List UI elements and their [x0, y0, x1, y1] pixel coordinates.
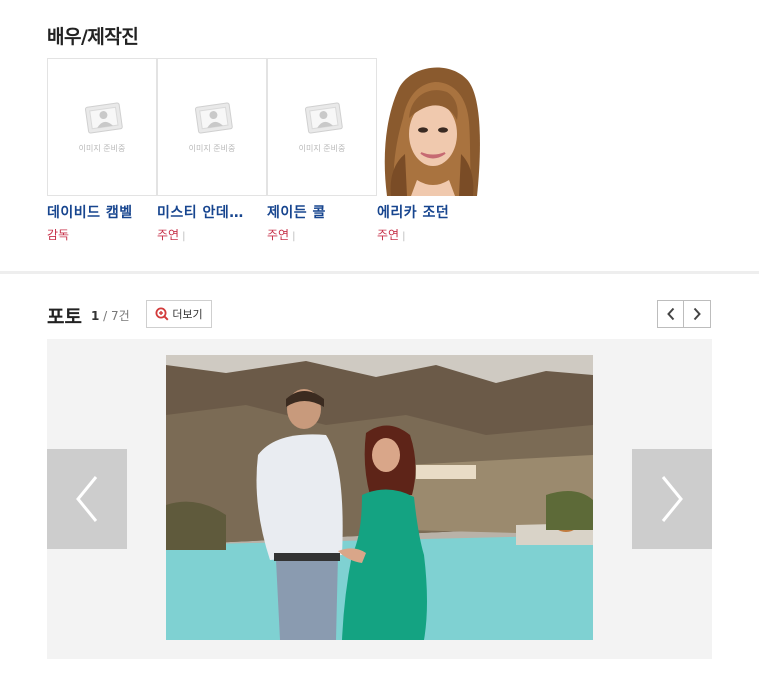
cast-name[interactable]: 데이비드 캠벨: [47, 202, 157, 222]
placeholder-text: 이미지 준비중: [188, 144, 236, 153]
next-page-button[interactable]: [684, 300, 711, 328]
placeholder-text: 이미지 준비중: [298, 144, 346, 153]
photo-total: 7건: [111, 309, 130, 323]
placeholder-text: 이미지 준비중: [78, 144, 126, 153]
cast-item[interactable]: 에리카 조던 주연 |: [377, 58, 487, 243]
more-button-label: 더보기: [172, 308, 203, 321]
magnifier-plus-icon: [155, 307, 169, 321]
cast-thumbnail[interactable]: 이미지 준비중: [157, 58, 267, 196]
cast-role: 주연 |: [157, 226, 267, 243]
cast-thumbnail[interactable]: 이미지 준비중: [267, 58, 377, 196]
cast-role-label: 감독: [47, 228, 70, 242]
photo-viewer: [47, 339, 712, 659]
chevron-right-icon: [661, 476, 683, 522]
user-placeholder-icon: [194, 102, 233, 134]
cast-thumbnail[interactable]: [377, 58, 487, 196]
more-button[interactable]: 더보기: [146, 300, 212, 328]
prev-photo-button[interactable]: [47, 449, 127, 549]
role-separator: |: [182, 231, 186, 242]
cast-item[interactable]: 이미지 준비중 제이든 콜 주연 |: [267, 58, 377, 243]
image-placeholder: 이미지 준비중: [158, 59, 266, 195]
chevron-right-icon: [693, 307, 701, 321]
section-divider: [0, 271, 759, 274]
main-photo[interactable]: [166, 355, 593, 640]
cast-role: 감독: [47, 226, 157, 243]
chevron-left-icon: [76, 476, 98, 522]
user-placeholder-icon: [304, 102, 343, 134]
photo-separator: /: [99, 309, 112, 323]
image-placeholder: 이미지 준비중: [48, 59, 156, 195]
cast-role: 주연 |: [377, 226, 487, 243]
cast-name[interactable]: 미스티 안데…: [157, 202, 267, 222]
cast-item[interactable]: 이미지 준비중 데이비드 캠벨 감독: [47, 58, 157, 243]
photo-pager: [657, 300, 711, 328]
cast-role: 주연 |: [267, 226, 377, 243]
cast-name[interactable]: 제이든 콜: [267, 202, 377, 222]
cast-thumbnail[interactable]: 이미지 준비중: [47, 58, 157, 196]
photo-counter: 1 / 7건: [91, 307, 130, 324]
cast-name[interactable]: 에리카 조던: [377, 202, 487, 222]
actor-portrait: [377, 58, 487, 196]
movie-still-image: [166, 355, 593, 640]
chevron-left-icon: [666, 307, 674, 321]
role-separator: |: [292, 231, 296, 242]
role-separator: |: [402, 231, 406, 242]
prev-page-button[interactable]: [657, 300, 684, 328]
user-placeholder-icon: [84, 102, 123, 134]
cast-item[interactable]: 이미지 준비중 미스티 안데… 주연 |: [157, 58, 267, 243]
cast-section-title: 배우/제작진: [47, 26, 139, 48]
image-placeholder: 이미지 준비중: [268, 59, 376, 195]
cast-role-label: 주연: [377, 228, 400, 242]
next-photo-button[interactable]: [632, 449, 712, 549]
cast-role-label: 주연: [157, 228, 180, 242]
cast-list: 이미지 준비중 데이비드 캠벨 감독 이미지 준비중 미스티 안데… 주연|: [47, 58, 487, 243]
cast-role-label: 주연: [267, 228, 290, 242]
photo-section-title: 포토: [47, 306, 82, 328]
